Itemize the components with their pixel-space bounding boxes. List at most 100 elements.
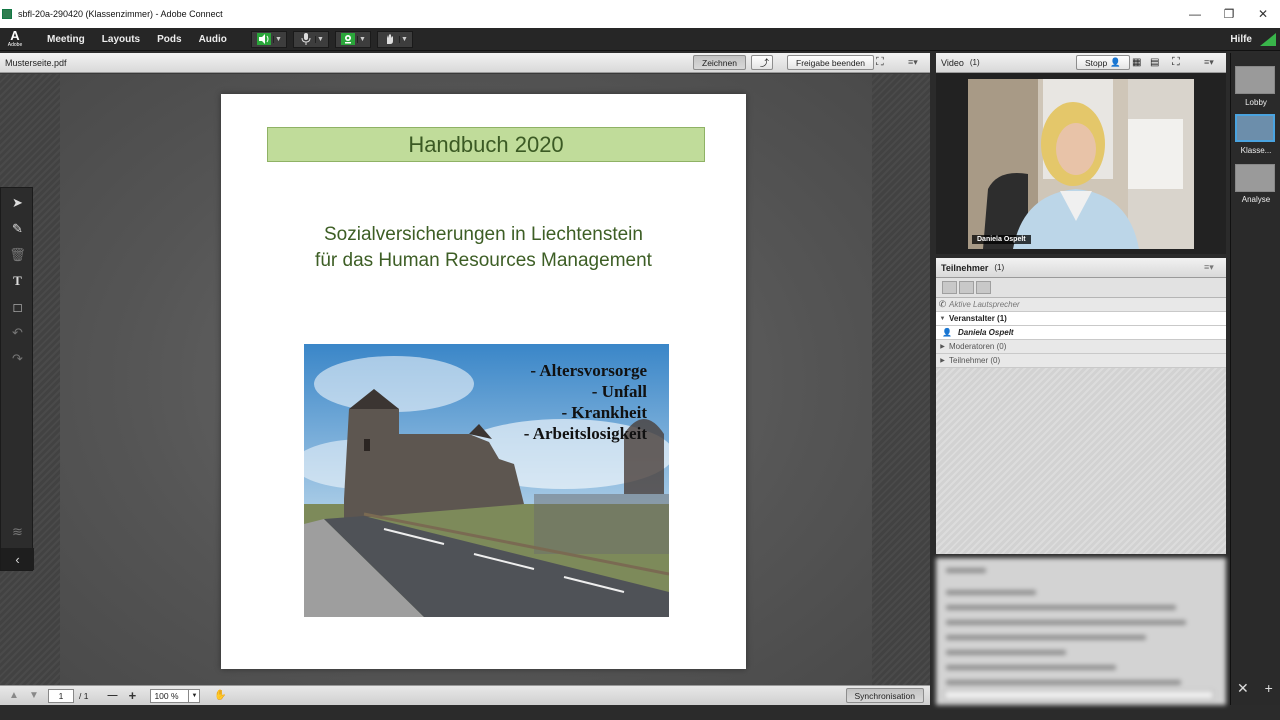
page-down-icon[interactable]: ▼: [24, 690, 44, 701]
select-tool-icon[interactable]: ➤: [1, 192, 34, 214]
synchronisation-button[interactable]: Synchronisation: [845, 688, 924, 703]
group-hosts-label: Veranstalter (1): [949, 314, 1007, 323]
share-pod-header: Musterseite.pdf Zeichnen ⤴ Freigabe been…: [0, 53, 930, 73]
list-view-icon[interactable]: [942, 281, 957, 294]
menu-audio[interactable]: Audio: [199, 34, 227, 45]
video-fullscreen-icon[interactable]: ⛶: [1172, 56, 1180, 69]
video-feed: [968, 79, 1194, 249]
attendees-pod: Teilnehmer (1) ≡▾ ✆ Aktive Lautsprecher …: [936, 258, 1226, 554]
close-window-button[interactable]: ✕: [1246, 0, 1280, 28]
attendees-pod-count: (1): [994, 263, 1005, 272]
speaker-icon: [255, 33, 273, 46]
menu-meeting[interactable]: Meeting: [47, 34, 85, 45]
webcam-button[interactable]: ▼: [334, 30, 371, 48]
delete-layout-icon[interactable]: ✕: [1237, 680, 1249, 696]
share-pod-footer: ▲ ▼ 1 / 1 — + 100 % ▼ ✋ Synchronisation: [0, 685, 930, 705]
fullscreen-icon[interactable]: ⛶: [876, 56, 884, 69]
chat-line: [946, 680, 1181, 685]
redo-icon[interactable]: ↷: [1, 348, 34, 370]
document-subtitle: Sozialversicherungen in Liechtenstein fü…: [221, 222, 746, 274]
subtitle-line-2: für das Human Resources Management: [315, 250, 652, 271]
zoom-dropdown-icon[interactable]: ▼: [188, 689, 199, 702]
microphone-dropdown-icon[interactable]: ▼: [314, 35, 325, 43]
grid-view-icon[interactable]: ▦: [1132, 57, 1141, 68]
attendees-pod-title: Teilnehmer: [941, 262, 989, 273]
layers-icon[interactable]: ≋: [1, 521, 34, 543]
connection-signal-icon: [1260, 33, 1276, 46]
chat-line: [946, 635, 1146, 640]
pointer-icon: ⤴: [760, 58, 770, 68]
menu-pods[interactable]: Pods: [157, 34, 181, 45]
menu-layouts[interactable]: Layouts: [102, 34, 140, 45]
breakout-view-icon[interactable]: [959, 281, 974, 294]
active-speakers-label: Aktive Lautsprecher: [949, 300, 1020, 309]
filmstrip-view-icon[interactable]: ▤: [1150, 57, 1159, 68]
pod-menu-icon[interactable]: ≡▾: [908, 57, 918, 68]
page-up-icon[interactable]: ▲: [4, 690, 24, 701]
video-pod-title: Video: [941, 57, 964, 68]
host-user-icon: 👤: [942, 328, 952, 337]
layout-actions: ✕ +: [1237, 680, 1273, 697]
layout-tile-analyse[interactable]: [1235, 164, 1275, 192]
stop-share-button[interactable]: Freigabe beenden: [787, 55, 875, 70]
draw-button[interactable]: Zeichnen: [693, 55, 746, 70]
presenter-name-tag: Daniela Ospelt: [972, 235, 1031, 244]
raise-hand-dropdown-icon[interactable]: ▼: [398, 35, 409, 43]
speaker-dropdown-icon[interactable]: ▼: [272, 35, 283, 43]
zoom-value: 100 %: [154, 690, 179, 701]
stop-video-button[interactable]: Stopp 👤: [1076, 55, 1130, 70]
group-hosts[interactable]: ▼ Veranstalter (1): [936, 312, 1226, 326]
shape-tool-icon[interactable]: □: [1, 296, 34, 318]
zoom-out-icon[interactable]: —: [102, 690, 122, 701]
text-tool-icon[interactable]: T: [1, 270, 34, 292]
status-view-icon[interactable]: [976, 281, 991, 294]
stop-video-label: Stopp: [1085, 57, 1108, 68]
chat-input[interactable]: [944, 690, 1214, 700]
layout-label-klasse: Klasse...: [1240, 146, 1272, 155]
maximize-button[interactable]: ❐: [1212, 0, 1246, 28]
group-presenters-label: Moderatoren (0): [949, 342, 1007, 351]
chat-line: [946, 665, 1116, 670]
bullet-item: - Arbeitslosigkeit: [523, 424, 647, 443]
adobe-logo-icon: A Adobe: [0, 28, 30, 51]
attendee-host[interactable]: 👤 Daniela Ospelt: [936, 326, 1226, 340]
webcam-icon: [339, 33, 357, 46]
collapse-toolbar-icon[interactable]: ‹: [1, 548, 34, 570]
pointer-toggle-button[interactable]: ⤴: [751, 55, 773, 70]
layout-tile-klasse[interactable]: [1235, 114, 1275, 142]
hand-tool-icon[interactable]: ✋: [210, 690, 230, 701]
bullet-item: - Krankheit: [561, 403, 647, 422]
delete-tool-icon[interactable]: 🗑: [1, 244, 34, 266]
phone-icon: ✆: [938, 299, 947, 309]
webcam-dropdown-icon[interactable]: ▼: [356, 35, 367, 43]
raise-hand-button[interactable]: ▼: [376, 30, 413, 48]
attendees-pod-menu-icon[interactable]: ≡▾: [1204, 262, 1214, 273]
zoom-in-icon[interactable]: +: [122, 688, 142, 703]
group-participants-label: Teilnehmer (0): [949, 356, 1001, 365]
active-speakers-row: ✆ Aktive Lautsprecher: [936, 298, 1226, 312]
page-number-input[interactable]: 1: [48, 688, 74, 703]
chat-line: [946, 605, 1176, 610]
adobe-connect-app-icon: [2, 9, 12, 19]
add-layout-icon[interactable]: +: [1265, 680, 1273, 696]
speaker-button[interactable]: ▼: [250, 30, 287, 48]
minimize-button[interactable]: —: [1178, 0, 1212, 28]
help-menu[interactable]: Hilfe: [1230, 34, 1252, 45]
subtitle-line-1: Sozialversicherungen in Liechtenstein: [324, 224, 643, 245]
camera-user-icon: 👤: [1110, 57, 1121, 67]
microphone-button[interactable]: ▼: [292, 30, 329, 48]
video-pod-menu-icon[interactable]: ≡▾: [1204, 57, 1214, 68]
expanded-icon: ▼: [939, 315, 946, 322]
window-titlebar: sbfl-20a-290420 (Klassenzimmer) - Adobe …: [0, 0, 1280, 28]
undo-icon[interactable]: ↶: [1, 322, 34, 344]
collapsed-icon: ▶: [940, 358, 945, 364]
window-title: sbfl-20a-290420 (Klassenzimmer) - Adobe …: [18, 9, 223, 19]
chat-pod-blurred: [936, 558, 1226, 705]
document-heading: Handbuch 2020: [267, 127, 705, 162]
zoom-select[interactable]: 100 % ▼: [150, 688, 201, 703]
group-participants[interactable]: ▶ Teilnehmer (0): [936, 354, 1226, 368]
video-pod-header: Video (1) Stopp 👤 ▦ ▤ ⛶ ≡▾: [936, 53, 1226, 73]
layout-tile-lobby[interactable]: [1235, 66, 1275, 94]
pencil-tool-icon[interactable]: ✎: [1, 218, 34, 240]
group-presenters[interactable]: ▶ Moderatoren (0): [936, 340, 1226, 354]
